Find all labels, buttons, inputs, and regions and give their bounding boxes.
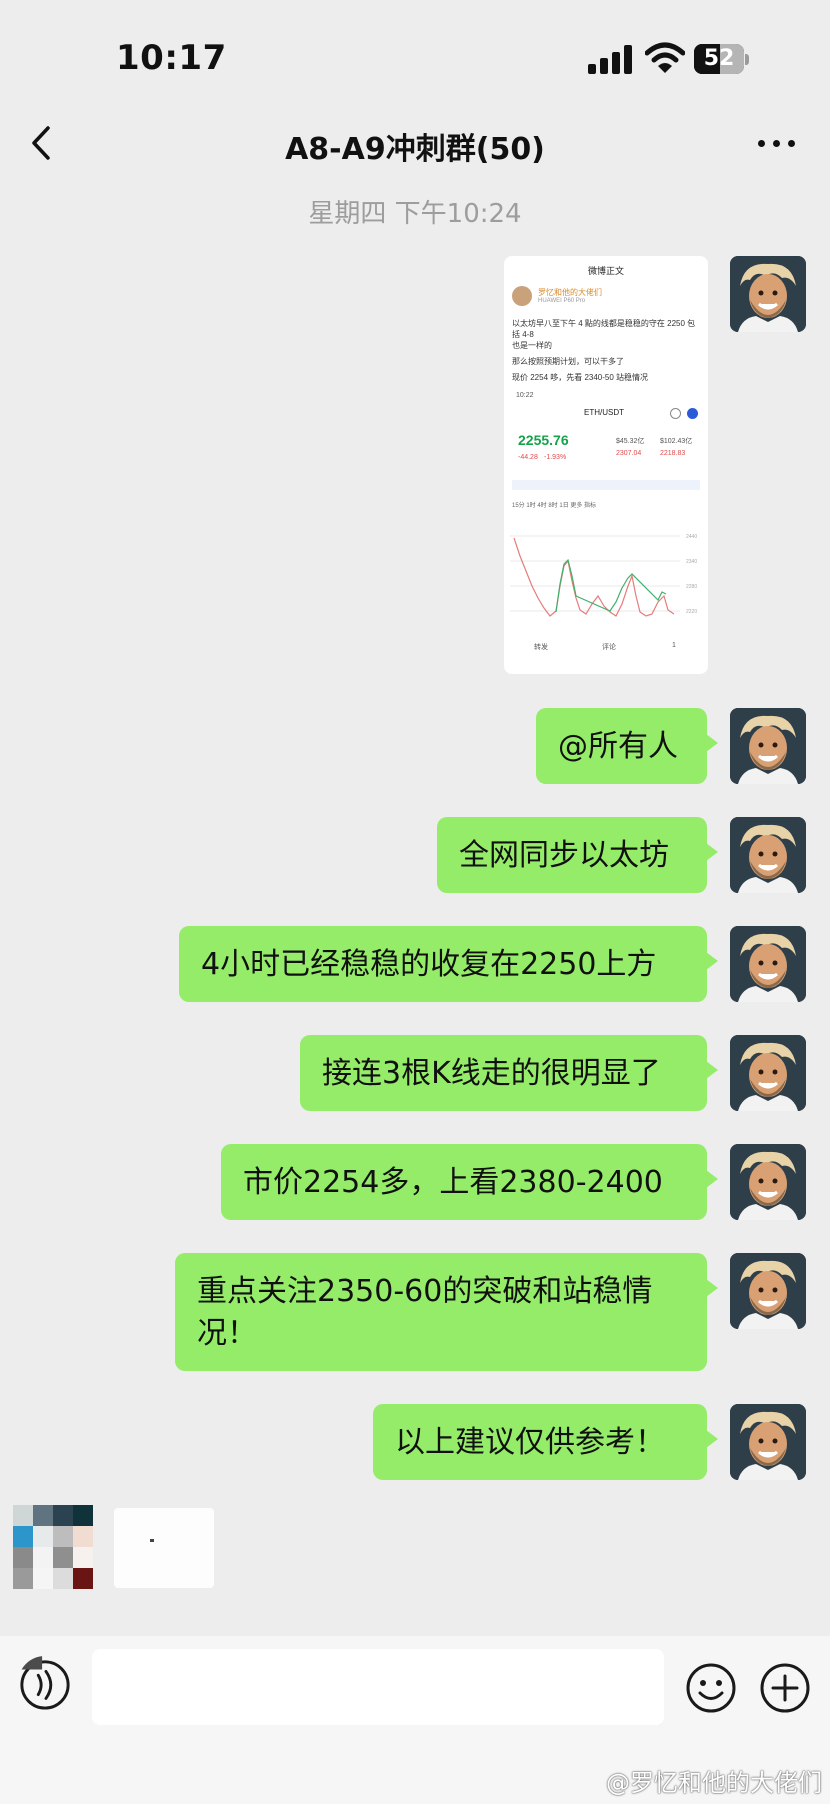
screenshot-change2: -1.93% <box>544 454 567 461</box>
svg-text:2340: 2340 <box>686 559 697 565</box>
screenshot-change1: -44.28 <box>518 454 538 461</box>
avatar[interactable] <box>730 708 806 784</box>
screenshot-price: 2255.76 <box>518 432 569 448</box>
screenshot-header: 微博正文 <box>587 266 624 276</box>
screenshot-tabs: 15分 1时 4时 8时 1日 更多 指标 <box>512 503 597 509</box>
screenshot-candle-chart: 2440 2340 2280 2220 <box>510 534 697 617</box>
message-bubble[interactable]: 全网同步以太坊 <box>437 817 718 893</box>
screenshot-meta: HUAWEI P60 Pro <box>538 298 586 304</box>
more-dots-icon[interactable] <box>752 122 802 162</box>
emoji-icon[interactable] <box>685 1662 737 1714</box>
avatar[interactable] <box>730 1253 806 1329</box>
battery-percent: 52 <box>703 46 735 71</box>
screenshot-line3: 那么按照预期计划，可以干多了 <box>512 357 624 366</box>
status-time: 10:17 <box>116 38 227 78</box>
incoming-message-bubble[interactable] <box>114 1508 214 1588</box>
message-bubble[interactable]: @所有人 <box>536 708 718 784</box>
screenshot-like: 1 <box>672 642 676 649</box>
screenshot-stat2: $102.43亿 <box>660 438 693 445</box>
avatar[interactable] <box>730 1035 806 1111</box>
watermark-text: @罗忆和他的大佬们 <box>606 1769 822 1797</box>
screenshot-repost: 转发 <box>534 644 548 651</box>
svg-text:2220: 2220 <box>686 609 697 615</box>
screenshot-pair: ETH/USDT <box>584 408 624 417</box>
pixelated-avatar[interactable] <box>13 1505 93 1589</box>
avatar[interactable] <box>730 1404 806 1480</box>
signal-icon <box>588 44 634 74</box>
chat-header: A8-A9冲刺群(50) <box>0 100 830 188</box>
wifi-icon <box>645 42 685 73</box>
screenshot-line1: 以太坊早八至下午 4 點的线都是稳稳的守在 2250 包括 4-8 <box>512 319 696 339</box>
avatar[interactable] <box>730 926 806 1002</box>
message-bubble[interactable]: 市价2254多，上看2380-2400 <box>221 1144 718 1220</box>
message-bubble[interactable]: 重点关注2350-60的突破和站稳情况！ <box>175 1253 718 1371</box>
screenshot-comment: 评论 <box>602 644 616 651</box>
screenshot-avatar <box>512 286 532 306</box>
message-bubble[interactable]: 以上建议仅供参考！ <box>373 1404 718 1480</box>
screenshot-time: 10:22 <box>516 392 534 399</box>
screenshot-line4: 现价 2254 哆，先看 2340-50 站稳情况 <box>512 373 649 382</box>
message-timestamp: 星期四 下午10:24 <box>308 199 522 229</box>
battery-icon: 52 <box>694 44 750 76</box>
svg-text:2280: 2280 <box>686 584 697 590</box>
message-bubble[interactable]: 接连3根K线走的很明显了 <box>300 1035 718 1111</box>
plus-icon[interactable] <box>759 1662 811 1714</box>
avatar[interactable] <box>730 1144 806 1220</box>
avatar[interactable] <box>730 817 806 893</box>
screenshot-user: 罗忆和他的大佬们 <box>538 288 602 297</box>
svg-text:2440: 2440 <box>686 534 697 540</box>
message-bubble[interactable]: 4小时已经稳稳的收复在2250上方 <box>179 926 718 1002</box>
shared-screenshot-message[interactable]: 微博正文 罗忆和他的大佬们 HUAWEI P60 Pro 以太坊早八至下午 4 … <box>504 256 708 674</box>
message-input[interactable] <box>92 1649 664 1725</box>
chat-title: A8-A9冲刺群(50) <box>285 132 545 167</box>
avatar[interactable] <box>730 256 806 332</box>
screenshot-line2: 也是一样的 <box>512 341 552 350</box>
screenshot-stat3: 2307.04 <box>616 450 642 457</box>
screenshot-stat4: 2218.83 <box>660 450 686 457</box>
voice-icon[interactable] <box>18 1656 72 1710</box>
screenshot-stat1: $45.32亿 <box>616 438 645 445</box>
